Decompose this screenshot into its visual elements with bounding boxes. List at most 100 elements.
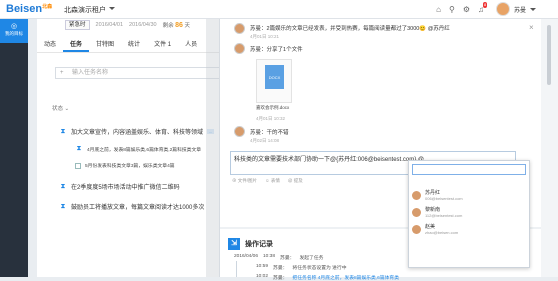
hourglass-icon: ⧗ (60, 202, 66, 210)
task-title: 鼓励员工将播放文章，每篇文章阅读才达1000多次 (71, 205, 205, 211)
sidebar-item-goals[interactable]: ◎ 我的目标 (0, 19, 28, 43)
log-row: 10:59 苏曼： 将任务状态设置为 进行中 (256, 264, 347, 271)
task-title: 5月份发表科技类文章3篇，娱乐类文章4篇 (85, 164, 175, 169)
mention-option[interactable]: 苏丹红 006@beisentest.com (412, 189, 463, 201)
comment-text: 苏曼：2篇娱乐的文章已经发表，并受到热赛，每篇阅读量都过了3000😊 @苏丹红 (250, 24, 450, 32)
person-email: 006@beisentest.com (425, 196, 463, 201)
log-text: 将任务状态设置为 进行中 (292, 266, 347, 271)
comment-body: 2篇娱乐的文章已经发表，并受到热赛，每篇阅读量都过了3000😊 @苏丹红 (266, 26, 450, 32)
top-icons: ⌂ ⚲ ⚙ ♫ 8 (436, 2, 488, 14)
person-name: 黎新南 (425, 207, 441, 213)
subtask-item[interactable]: 5月份发表科技类文章3篇，娱乐类文章4篇 (75, 162, 175, 169)
tab-gantt[interactable]: 甘特图 (89, 39, 121, 52)
comment-time: 4月01日 10:21 (250, 34, 280, 39)
mention-option[interactable]: 黎新南 112@beisentest.com (412, 206, 462, 218)
scrollbar[interactable] (541, 19, 558, 277)
status-filter[interactable]: 状态 ⌄ (52, 104, 69, 112)
person-email: 112@beisentest.com (425, 213, 463, 218)
comment-author: 苏曼： (250, 130, 267, 136)
tab-people[interactable]: 人员 (178, 39, 204, 52)
comment-time: 4月01日 10:32 (256, 116, 286, 121)
comment-author: 苏曼： (250, 26, 267, 32)
days-suffix: 天 (184, 23, 190, 29)
log-time: 10:02 (256, 274, 269, 279)
tab-files[interactable]: 文件 1 (147, 39, 178, 52)
status-filter-label: 状态 (52, 106, 64, 112)
top-bar: Beisen北森 北森演示租户 ⌂ ⚲ ⚙ ♫ 8 苏曼 (0, 0, 558, 19)
hourglass-icon: ⧗ (60, 127, 66, 135)
log-date: 2016/04/06 (234, 254, 259, 259)
tab-tasks[interactable]: 任务 (63, 39, 90, 52)
file-name[interactable]: 嘉欢会示例.docx (256, 105, 289, 111)
attach-button[interactable]: ⊕ 文件/图片 (232, 178, 257, 184)
avatar (234, 23, 245, 34)
person-email: zhao@beisen.com (425, 230, 459, 235)
add-icon: + (60, 70, 64, 76)
home-icon[interactable]: ⌂ (436, 5, 441, 14)
task-item[interactable]: ⧗ 加大文章宣传，内容涵盖娱乐、体育、科技等领域 ... (59, 127, 215, 136)
task-search-input[interactable]: + 输入任务名称 (55, 67, 231, 79)
comment-text: 苏曼：分享了1个文件 (250, 45, 303, 53)
editor-toolbar: ⊕ 文件/图片 ☺ 表情 @ 提及 (232, 178, 303, 184)
brand-logo[interactable]: Beisen北森 (6, 3, 52, 15)
goal-meta-row: 紧急时 2016/04/01 2016/04/30 剩余 86 天 (65, 19, 190, 31)
comment-author: 苏曼： (250, 47, 267, 53)
comment-time: 4月02日 14:08 (250, 138, 280, 143)
mention-option[interactable]: 赵美 zhao@beisen.com (412, 223, 458, 235)
comment-body: 干的不错 (266, 130, 289, 136)
operation-log-header: ⇲ 操作记录 (228, 238, 273, 250)
task-checkbox[interactable] (75, 162, 81, 169)
notification-icon[interactable]: ♫ 8 (478, 2, 488, 14)
emergency-button[interactable]: 紧急时 (65, 20, 90, 30)
operation-log-title: 操作记录 (245, 241, 273, 248)
tab-stats[interactable]: 统计 (121, 39, 147, 52)
log-icon: ⇲ (228, 238, 240, 250)
task-title: 4月底之前，发表8篇娱乐类,6篇体育类,2篇科技类文章 (87, 147, 202, 153)
avatar (412, 207, 421, 217)
org-switcher[interactable]: 北森演示租户 (64, 5, 115, 15)
close-icon[interactable]: × (529, 23, 534, 32)
person-name: 赵美 (425, 224, 436, 230)
task-item[interactable]: ⧗ 在2季度度5场市场活动中推广微信二维码 (59, 182, 180, 192)
end-date: 2016/04/30 (129, 22, 157, 28)
log-actor: 苏曼： (273, 266, 288, 271)
days-value: 86 (175, 22, 183, 29)
log-row: 10:02 苏曼： 把任务名称 4月底之前，发表8篇娱乐类,6篇体育类 (256, 274, 399, 281)
tab-activity[interactable]: 动态 (37, 39, 63, 52)
hourglass-icon: ⧗ (76, 145, 82, 152)
brand-name: Beisen (6, 3, 43, 15)
user-menu[interactable]: 苏曼 (495, 2, 536, 16)
mention-button[interactable]: @ 提及 (288, 178, 303, 184)
log-text[interactable]: 把任务名称 4月底之前，发表8篇娱乐类,6篇体育类 (292, 274, 399, 281)
search-icon[interactable]: ⚲ (449, 5, 455, 14)
avatar (234, 43, 245, 54)
start-date: 2016/04/01 (95, 22, 124, 28)
days-remaining: 剩余 86 天 (163, 21, 190, 29)
hourglass-icon: ⧗ (60, 182, 66, 190)
docx-file-icon: DOCX (265, 65, 284, 89)
avatar (412, 190, 421, 200)
sidebar: ◎ 我的目标 (0, 19, 28, 277)
avatar (234, 126, 245, 137)
file-attachment[interactable]: DOCX (256, 59, 292, 103)
panel-overlay (206, 19, 219, 277)
subtask-item[interactable]: ⧗ 4月底之前，发表8篇娱乐类,6篇体育类,2篇科技类文章 (75, 145, 202, 153)
emoji-button[interactable]: ☺ 表情 (265, 178, 280, 184)
search-placeholder: 输入任务名称 (72, 70, 109, 76)
settings-icon[interactable]: ⚙ (463, 5, 470, 14)
target-icon: ◎ (10, 23, 18, 30)
log-actor: 苏曼： (280, 256, 295, 261)
comment-body: 分享了1个文件 (266, 47, 303, 53)
task-item[interactable]: ⧗ 鼓励员工将播放文章，每篇文章阅读才达1000多次 (59, 202, 205, 212)
user-name: 苏曼 (513, 7, 526, 14)
notification-badge: 8 (483, 2, 488, 8)
log-text: 发起了任务 (299, 256, 324, 261)
days-prefix: 剩余 (162, 23, 174, 29)
log-time: 10:59 (256, 264, 269, 269)
log-time: 10:38 (263, 254, 276, 259)
task-title: 加大文章宣传，内容涵盖娱乐、体育、科技等领域 (71, 130, 204, 136)
mention-search-input[interactable] (412, 164, 526, 175)
brand-sub: 北森 (42, 4, 53, 10)
avatar (412, 224, 421, 234)
sidebar-item-label: 我的目标 (5, 31, 23, 36)
